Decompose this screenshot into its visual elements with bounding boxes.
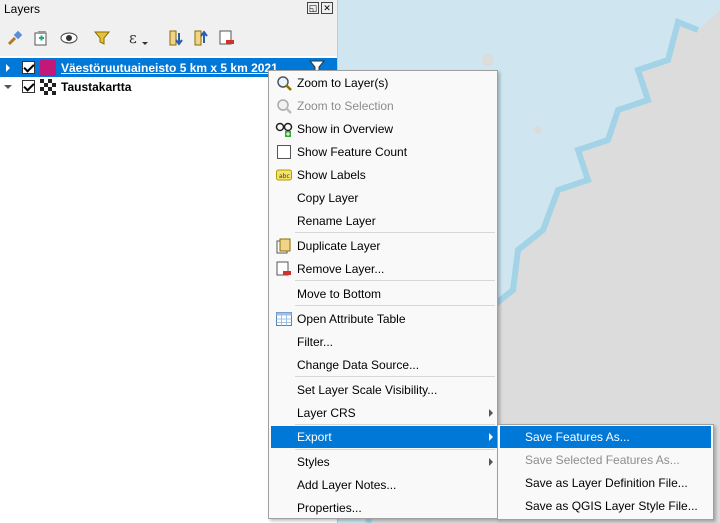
duplicate-icon [273,235,295,257]
chevron-down-icon[interactable] [4,83,12,91]
panel-title: Layers [4,2,41,16]
menu-separator [295,449,495,450]
submenu-item-save-features-as[interactable]: Save Features As... [500,426,711,448]
expression-filter-icon[interactable]: ε [126,26,150,50]
menu-item-add-layer-notes[interactable]: Add Layer Notes... [271,474,497,496]
submenu-item-save-layer-definition[interactable]: Save as Layer Definition File... [500,472,711,494]
layer-visibility-checkbox[interactable] [22,80,35,93]
close-panel-button[interactable]: ✕ [321,2,333,14]
submenu-item-save-selected-features-as[interactable]: Save Selected Features As... [500,449,711,471]
layer-visibility-checkbox[interactable] [22,61,35,74]
zoom-selection-icon [273,95,295,117]
submenu-arrow-icon [489,409,493,417]
menu-item-properties[interactable]: Properties... [271,497,497,519]
overview-icon [273,118,295,140]
raster-layer-icon [40,78,56,95]
layer-symbol-swatch [40,59,56,76]
menu-item-rename-layer[interactable]: Rename Layer [271,210,497,232]
menu-item-change-data-source[interactable]: Change Data Source... [271,354,497,376]
svg-text:ε: ε [129,29,137,47]
style-brush-icon[interactable] [3,26,27,50]
attribute-table-icon [273,308,295,330]
menu-item-filter[interactable]: Filter... [271,331,497,353]
visibility-eye-icon[interactable] [57,26,81,50]
menu-item-show-labels[interactable]: abc Show Labels [271,164,497,186]
export-submenu: Save Features As... Save Selected Featur… [497,424,714,520]
submenu-arrow-icon [489,433,493,441]
submenu-arrow-icon [489,458,493,466]
layer-context-menu: Zoom to Layer(s) Zoom to Selection Show … [268,70,498,519]
menu-separator [295,232,495,233]
menu-item-export[interactable]: Export [271,426,497,448]
menu-separator [295,280,495,281]
remove-icon [273,258,295,280]
add-group-icon[interactable] [29,26,53,50]
layers-toolbar: ε [0,24,336,54]
float-panel-button[interactable]: ◱ [307,2,319,14]
labels-icon: abc [273,164,295,186]
menu-item-remove-layer[interactable]: Remove Layer... [271,258,497,280]
menu-item-styles[interactable]: Styles [271,451,497,473]
menu-item-open-attribute-table[interactable]: Open Attribute Table [271,308,497,330]
menu-item-show-in-overview[interactable]: Show in Overview [271,118,497,140]
menu-item-set-scale-visibility[interactable]: Set Layer Scale Visibility... [271,379,497,401]
menu-item-zoom-to-layer[interactable]: Zoom to Layer(s) [271,72,497,94]
menu-item-layer-crs[interactable]: Layer CRS [271,402,497,424]
chevron-right-icon[interactable] [4,63,12,72]
layer-label: Taustakartta [61,79,132,94]
menu-separator [295,305,495,306]
menu-item-duplicate-layer[interactable]: Duplicate Layer [271,235,497,257]
menu-separator [295,424,495,425]
feature-count-checkbox-icon[interactable] [273,141,295,163]
expand-all-icon[interactable] [165,26,189,50]
zoom-layer-icon [273,72,295,94]
remove-layer-icon[interactable] [214,26,238,50]
menu-item-move-to-bottom[interactable]: Move to Bottom [271,283,497,305]
svg-text:abc: abc [279,173,290,180]
collapse-all-icon[interactable] [190,26,214,50]
menu-item-copy-layer[interactable]: Copy Layer [271,187,497,209]
menu-item-zoom-to-selection[interactable]: Zoom to Selection [271,95,497,117]
filter-icon[interactable] [90,26,114,50]
menu-separator [295,376,495,377]
menu-item-show-feature-count[interactable]: Show Feature Count [271,141,497,163]
layer-label: Väestöruutuaineisto 5 km x 5 km 2021 [61,60,278,75]
submenu-item-save-qgis-style[interactable]: Save as QGIS Layer Style File... [500,495,711,517]
